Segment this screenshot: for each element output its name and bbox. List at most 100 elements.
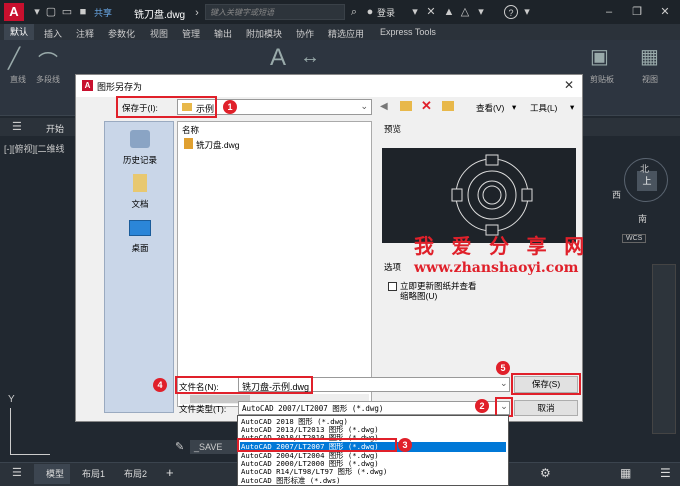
tab-start[interactable]: 开始	[46, 122, 64, 135]
dialog-app-icon: A	[82, 80, 93, 91]
save-icon[interactable]: ■	[76, 5, 90, 19]
restore-icon[interactable]: ❐	[630, 5, 644, 19]
ribbon-tabs: 默认 插入 注释 参数化 视图 管理 输出 附加模块 协作 精选应用 Expre…	[0, 24, 680, 40]
add-layout-icon[interactable]: +	[166, 465, 174, 480]
column-header-name[interactable]: 名称	[182, 124, 199, 136]
dwg-file-icon	[184, 138, 193, 149]
search-input[interactable]: 键入关键字或短语	[205, 4, 345, 20]
navcube-west[interactable]: 西	[612, 188, 621, 201]
place-documents[interactable]: 文档	[105, 198, 175, 210]
dimension-tool-icon[interactable]: ↔	[300, 46, 320, 69]
delete-icon[interactable]: ✕	[421, 98, 432, 114]
more-caret-icon[interactable]: ▾	[474, 5, 488, 19]
tab-insert[interactable]: 插入	[44, 27, 62, 40]
exchange-icon[interactable]: ✕	[424, 5, 438, 19]
tab-layout1[interactable]: 布局1	[82, 467, 105, 480]
step-badge-4: 4	[153, 378, 167, 392]
tab-addins[interactable]: 附加模块	[246, 27, 282, 40]
navcube-north[interactable]: 北	[640, 162, 649, 175]
document-title: 铣刀盘.dwg	[134, 10, 186, 21]
up-folder-icon[interactable]	[400, 101, 412, 111]
place-history[interactable]: 历史记录	[105, 154, 175, 166]
step-badge-3: 3	[398, 438, 412, 452]
highlight-box-5	[511, 373, 581, 395]
command-line[interactable]: _SAVE	[190, 440, 240, 454]
tab-express-tools[interactable]: Express Tools	[380, 27, 436, 37]
tab-view[interactable]: 视图	[150, 27, 168, 40]
chevron-right-icon: ›	[195, 7, 199, 19]
cart-icon[interactable]: ▾	[408, 5, 422, 19]
connect-icon[interactable]: ▲	[442, 5, 456, 19]
documents-icon[interactable]	[133, 174, 147, 192]
workspace-icon[interactable]: ▦	[620, 466, 631, 480]
history-icon[interactable]	[130, 130, 150, 148]
step-badge-5: 5	[496, 361, 510, 375]
menu-caret-icon[interactable]: ▾	[30, 5, 44, 19]
highlight-box-4	[175, 376, 313, 394]
autocad-logo-icon[interactable]: A	[4, 3, 24, 21]
highlight-box-1	[116, 96, 217, 118]
tab-manage[interactable]: 管理	[182, 27, 200, 40]
tab-layout2[interactable]: 布局2	[124, 467, 147, 480]
title-bar: A ▾ ▢ ▭ ■ 共享 铣刀盘.dwg › 键入关键字或短语 ⌕ ● 登录 ▾…	[0, 0, 680, 24]
login-button[interactable]: 登录	[377, 6, 395, 19]
tab-model[interactable]: 模型	[46, 467, 64, 480]
desktop-icon[interactable]	[129, 220, 151, 236]
tab-featured-apps[interactable]: 精选应用	[328, 27, 364, 40]
polyline-tool-icon[interactable]: ⌒	[38, 46, 58, 75]
tab-annotate[interactable]: 注释	[76, 27, 94, 40]
polyline-tool-label: 多段线	[36, 75, 60, 84]
preview-label: 预览	[384, 124, 402, 134]
tab-default[interactable]: 默认	[4, 24, 34, 40]
minimize-icon[interactable]: –	[602, 5, 616, 19]
view-menu-caret-icon[interactable]: ▾	[512, 102, 516, 113]
ucs-x-axis	[10, 454, 50, 455]
view-panel-label: 视图	[642, 75, 658, 84]
clipboard-icon[interactable]: ▣	[590, 44, 609, 69]
open-folder-icon[interactable]: ▭	[60, 5, 74, 19]
viewport-label[interactable]: [-][俯视][二维线	[4, 142, 65, 155]
step-badge-2: 2	[475, 399, 489, 413]
tab-parametric[interactable]: 参数化	[108, 27, 135, 40]
watermark-chinese: 我 爱 分 享 网	[414, 236, 591, 258]
close-window-icon[interactable]: ✕	[658, 5, 672, 19]
drawing-preview	[451, 154, 533, 236]
cancel-button[interactable]: 取消	[514, 400, 578, 416]
tools-menu-caret-icon[interactable]: ▾	[570, 102, 574, 113]
new-file-icon[interactable]: ▢	[44, 5, 58, 19]
tab-collaborate[interactable]: 协作	[296, 27, 314, 40]
tab-output[interactable]: 输出	[214, 27, 232, 40]
back-arrow-icon[interactable]: ◀	[380, 101, 388, 112]
triangle-icon[interactable]: △	[458, 5, 472, 19]
file-list[interactable]: 名称 铣刀盘.dwg	[177, 121, 372, 407]
navigation-bar[interactable]	[652, 264, 676, 434]
customize-icon[interactable]: ☰	[660, 466, 671, 480]
filetype-label: 文件类型(T):	[179, 404, 227, 414]
wcs-button[interactable]: WCS	[622, 234, 647, 243]
dialog-titlebar: A 图形另存为 ✕	[76, 75, 582, 97]
filetype-select[interactable]: AutoCAD 2007/LT2007 图形 (*.dwg)	[238, 401, 510, 415]
line-tool-icon[interactable]: ╱	[8, 46, 20, 71]
user-icon[interactable]: ●	[363, 5, 377, 19]
update-thumbnail-checkbox[interactable]	[388, 282, 397, 291]
tools-menu[interactable]: 工具(L)	[530, 102, 557, 114]
file-item[interactable]: 铣刀盘.dwg	[196, 139, 239, 151]
hamburger-icon[interactable]: ☰	[12, 120, 22, 133]
new-folder-icon[interactable]	[442, 101, 454, 111]
gear-icon[interactable]: ⚙	[540, 466, 551, 480]
filename-dropdown-icon[interactable]: ⌄	[500, 378, 508, 389]
text-tool-icon[interactable]: A	[270, 44, 286, 72]
place-desktop[interactable]: 桌面	[105, 242, 175, 254]
view-menu[interactable]: 查看(V)	[476, 102, 504, 114]
share-button[interactable]: 共享	[94, 6, 112, 19]
view-panel-icon[interactable]: ▦	[640, 44, 659, 69]
navcube-south[interactable]: 南	[638, 212, 647, 225]
help-icon[interactable]: ?	[504, 5, 518, 19]
wrench-icon[interactable]: ✎	[175, 440, 184, 453]
search-icon[interactable]: ⌕	[347, 5, 361, 19]
dialog-close-icon[interactable]: ✕	[564, 78, 574, 92]
update-thumbnail-label[interactable]: 立即更新图纸并查看缩略图(U)	[400, 281, 480, 301]
filetype-option[interactable]: AutoCAD 图形标准 (*.dws)	[240, 476, 506, 486]
help-caret-icon[interactable]: ▾	[520, 5, 534, 19]
layout-menu-icon[interactable]: ☰	[12, 466, 22, 479]
